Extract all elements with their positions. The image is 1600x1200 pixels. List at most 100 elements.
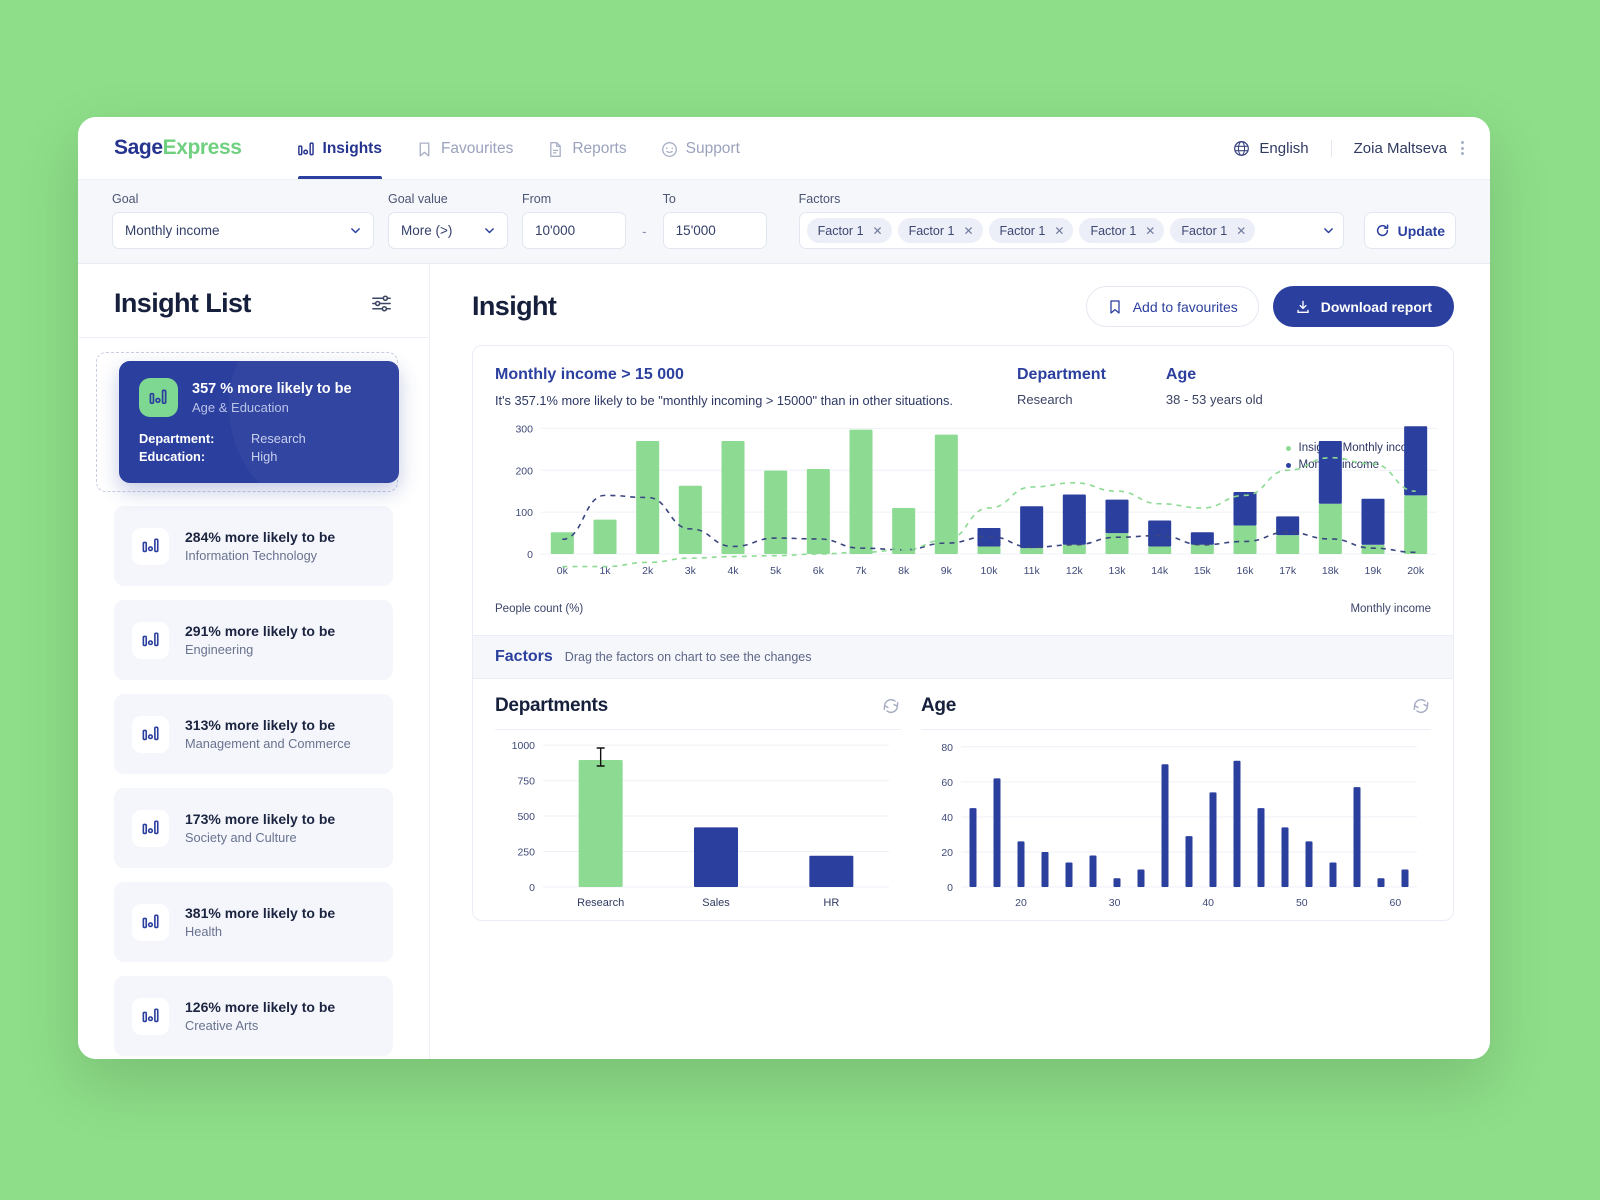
to-input[interactable]: 15'000 — [662, 212, 767, 249]
svg-text:200: 200 — [515, 465, 533, 477]
age-column: Age 38 - 53 years old — [1166, 366, 1263, 410]
factor-chip-label: Factor 1 — [1181, 223, 1228, 238]
refresh-icon[interactable] — [881, 696, 901, 716]
nav-item-reports[interactable]: Reports — [547, 117, 627, 179]
factor-chip[interactable]: Factor 1 ✕ — [1170, 218, 1256, 243]
nav-right-group: English Zoia Maltseva — [1233, 139, 1464, 157]
app-window: SageExpress Insights Favourites Reports … — [78, 117, 1490, 1059]
list-item[interactable]: 173% more likely to be Society and Cultu… — [114, 788, 393, 868]
goal-select[interactable]: Monthly income — [112, 212, 374, 249]
app-logo[interactable]: SageExpress — [114, 136, 242, 160]
download-report-button[interactable]: Download report — [1272, 286, 1454, 327]
svg-text:0: 0 — [527, 549, 533, 561]
insight-card-active[interactable]: 357 % more likely to be Age & Education … — [119, 361, 399, 483]
add-to-favourites-button[interactable]: Add to favourites — [1085, 286, 1259, 327]
factors-strip-hint: Drag the factors on chart to see the cha… — [564, 650, 812, 665]
factor-chip-label: Factor 1 — [908, 223, 955, 238]
list-item-text: 291% more likely to be Engineering — [185, 623, 335, 657]
refresh-icon[interactable] — [1411, 696, 1431, 716]
svg-text:6k: 6k — [813, 565, 825, 577]
update-button-label: Update — [1397, 222, 1446, 239]
from-input[interactable]: 10'000 — [522, 212, 626, 249]
close-icon[interactable]: ✕ — [1236, 224, 1246, 238]
insight-card-row-value: Research — [251, 431, 306, 446]
insight-panel-header: Monthly income > 15 000 It's 357.1% more… — [473, 346, 1453, 414]
close-icon[interactable]: ✕ — [963, 224, 973, 238]
filter-bar: Goal Monthly income Goal value More (>) … — [78, 179, 1490, 264]
factor-chip-label: Factor 1 — [817, 223, 864, 238]
insight-card-row: Department: Research — [139, 431, 379, 446]
nav-item-insights[interactable]: Insights — [297, 117, 383, 179]
close-icon[interactable]: ✕ — [1145, 224, 1155, 238]
svg-text:30: 30 — [1109, 897, 1121, 909]
more-options-icon[interactable] — [1461, 141, 1464, 155]
factor-chip[interactable]: Factor 1 ✕ — [988, 218, 1074, 243]
factor-chip[interactable]: Factor 1 ✕ — [1079, 218, 1165, 243]
factor-chip[interactable]: Factor 1 ✕ — [897, 218, 983, 243]
main-insight-chart[interactable]: 01002003000k 1k 2k 3k 4k 5k 6k 7k 8k 9k 10k 11k 12k 1… — [495, 414, 1445, 584]
departments-chart-card: Departments 0 250 500 750 1000 Research Sales H… — [495, 695, 901, 920]
nav-items: Insights Favourites Reports Support — [297, 117, 740, 179]
main-chart-axis-captions: People count (%) Monthly income — [473, 599, 1453, 629]
svg-text:750: 750 — [517, 776, 535, 788]
nav-item-favourites-label: Favourites — [440, 140, 514, 157]
svg-text:250: 250 — [517, 847, 535, 859]
insight-card-active-text: 357 % more likely to be Age & Education — [192, 380, 352, 415]
svg-text:Research: Research — [577, 897, 624, 909]
factors-multiselect[interactable]: Factor 1 ✕ Factor 1 ✕ Factor 1 ✕ Factor 1 ✕ … — [798, 212, 1344, 249]
user-name[interactable]: Zoia Maltseva — [1330, 139, 1447, 157]
svg-text:100: 100 — [515, 507, 533, 519]
chevron-down-icon[interactable] — [1323, 225, 1334, 236]
list-item-text: 381% more likely to be Health — [185, 905, 335, 939]
bar-chart-icon — [132, 527, 169, 565]
main-actions: Add to favourites Download report — [1085, 286, 1454, 327]
department-label: Department — [1017, 366, 1106, 383]
from-label: From — [522, 192, 552, 206]
factor-chip[interactable]: Factor 1 ✕ — [806, 218, 892, 243]
svg-text:20k: 20k — [1407, 565, 1425, 577]
departments-chart-header: Departments — [495, 695, 901, 731]
insight-card-row-key: Education: — [139, 449, 206, 464]
language-selector[interactable]: English — [1233, 140, 1330, 157]
list-item[interactable]: 126% more likely to be Creative Arts — [114, 976, 393, 1056]
close-icon[interactable]: ✕ — [1054, 224, 1064, 238]
to-label: To — [662, 192, 676, 206]
list-item-text: 313% more likely to be Management and Co… — [185, 717, 351, 751]
svg-text:HR: HR — [823, 897, 839, 909]
nav-item-favourites[interactable]: Favourites — [416, 117, 513, 179]
update-button[interactable]: Update — [1363, 212, 1456, 249]
list-item[interactable]: 313% more likely to be Management and Co… — [114, 694, 393, 774]
svg-text:15k: 15k — [1194, 565, 1212, 577]
main-chart-container[interactable]: 0 100 200 300 0k 1k 2k 3k 4k 5k 6k 7k 8k 9k 10k 11k 12k 1… — [473, 414, 1453, 599]
age-chart[interactable]: 0 20 40 60 80 20 30 40 50 60 — [921, 730, 1431, 915]
svg-text:60: 60 — [941, 777, 953, 789]
sliders-icon[interactable] — [370, 292, 393, 315]
insight-card-row-value: High — [251, 449, 278, 464]
bar-chart-icon — [132, 809, 169, 847]
svg-text:40: 40 — [941, 812, 953, 824]
svg-text:13k: 13k — [1109, 565, 1127, 577]
drop-zone[interactable]: 357 % more likely to be Age & Education … — [96, 352, 399, 492]
list-item[interactable]: 291% more likely to be Engineering — [114, 600, 393, 680]
svg-text:0: 0 — [947, 882, 953, 894]
close-icon[interactable]: ✕ — [873, 224, 883, 238]
goal-value-group: Goal value More (>) — [388, 192, 508, 249]
nav-item-reports-label: Reports — [572, 140, 627, 157]
list-item[interactable]: 284% more likely to be Information Techn… — [114, 506, 393, 586]
insight-card-active-subtitle: Age & Education — [192, 400, 289, 416]
top-navigation-bar: SageExpress Insights Favourites Reports … — [78, 117, 1490, 179]
svg-text:4k: 4k — [727, 565, 739, 577]
nav-item-support[interactable]: Support — [661, 117, 740, 179]
age-label: Age — [1165, 366, 1197, 383]
nav-item-insights-label: Insights — [322, 140, 382, 157]
download-icon — [1297, 300, 1309, 313]
chat-icon — [661, 141, 677, 157]
bar-chart-icon — [297, 141, 314, 155]
list-item-title: 126% more likely to be — [185, 999, 336, 1015]
to-group: To 15'000 — [662, 192, 767, 249]
goal-value-select[interactable]: More (>) — [388, 212, 508, 249]
list-item[interactable]: 381% more likely to be Health — [114, 882, 393, 962]
departments-chart[interactable]: 0 250 500 750 1000 Research Sales HR — [495, 730, 895, 915]
bar-chart-icon — [132, 997, 169, 1035]
age-chart-header: Age — [921, 695, 1431, 731]
